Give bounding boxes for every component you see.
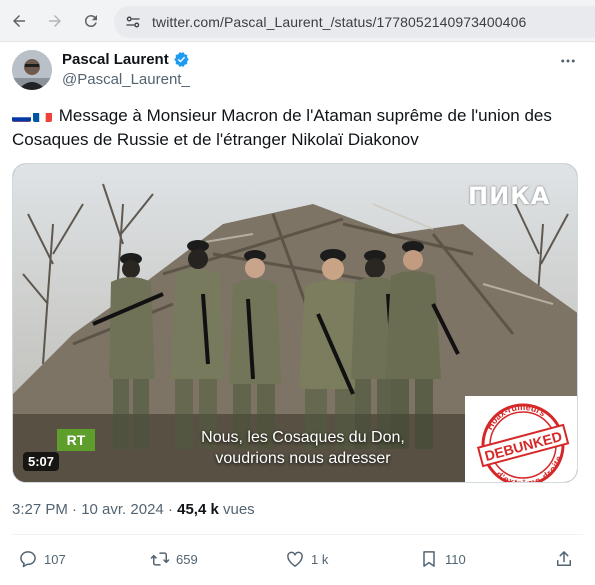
retweet-button[interactable]: 659 [150, 549, 198, 569]
forward-arrow-icon[interactable] [44, 10, 66, 32]
subtitle-line-1: Nous, les Cosaques du Don, [201, 429, 405, 446]
video-duration: 5:07 [23, 452, 60, 471]
stamp-main-text: DEBUNKED [483, 428, 564, 464]
tweet-meta: 3:27 PM · 10 avr. 2024 · 45,4 k vues [12, 501, 255, 518]
debunked-stamp: Hoax-rumeurs d'extrême-droite DEBUNKED [465, 396, 577, 482]
tweet-text: Message à Monsieur Macron de l'Ataman su… [12, 104, 582, 152]
views-label: vues [223, 501, 255, 518]
url-text: twitter.com/Pascal_Laurent_/status/17780… [152, 14, 527, 30]
rt-channel-logo: RT [57, 429, 95, 451]
reload-icon[interactable] [80, 10, 102, 32]
back-arrow-icon[interactable] [8, 10, 30, 32]
share-icon [557, 551, 571, 566]
reply-count: 107 [44, 551, 66, 567]
pika-watermark-logo: ПИКА [468, 182, 551, 210]
reply-icon [20, 551, 36, 568]
subtitle-line-2: voudrions nous adresser [215, 450, 391, 467]
bookmark-icon [423, 551, 435, 567]
meta-separator: · [167, 501, 173, 518]
video-subtitle: Nous, les Cosaques du Don, voudrions nou… [133, 427, 473, 469]
verified-badge-icon [173, 52, 189, 67]
tweet-timestamp[interactable]: 3:27 PM · 10 avr. 2024 [12, 501, 164, 518]
like-count: 1 k [311, 551, 329, 567]
divider [12, 534, 583, 535]
retweet-count: 659 [176, 551, 198, 567]
author-name-text: Pascal Laurent [62, 51, 169, 68]
address-bar[interactable]: twitter.com/Pascal_Laurent_/status/17780… [114, 6, 595, 38]
video-player[interactable]: ПИКА RT Nous, les Cosaques du Don, voudr… [12, 163, 578, 483]
avatar[interactable] [12, 50, 52, 90]
retweet-icon [150, 552, 170, 566]
views-count: 45,4 k [177, 501, 219, 518]
more-options-icon[interactable] [557, 50, 579, 72]
stamp-top-text: Hoax-rumeurs [480, 396, 549, 433]
author-handle[interactable]: @Pascal_Laurent_ [62, 71, 190, 88]
browser-toolbar: twitter.com/Pascal_Laurent_/status/17780… [0, 0, 595, 42]
reply-button[interactable]: 107 [18, 549, 66, 569]
svg-text:Hoax-rumeurs: Hoax-rumeurs [480, 396, 549, 433]
site-settings-icon[interactable] [118, 7, 148, 37]
bookmark-count: 110 [445, 551, 466, 567]
debunked-stamp-graphic: Hoax-rumeurs d'extrême-droite DEBUNKED [476, 396, 570, 482]
heart-icon [287, 551, 303, 567]
france-flag-icon [33, 109, 52, 122]
bookmark-button[interactable]: 110 [419, 549, 466, 569]
tweet-body: Message à Monsieur Macron de l'Ataman su… [12, 106, 552, 149]
russia-flag-icon [12, 109, 31, 122]
share-button[interactable] [554, 549, 574, 569]
like-button[interactable]: 1 k [285, 549, 328, 569]
author-name[interactable]: Pascal Laurent [62, 51, 190, 68]
